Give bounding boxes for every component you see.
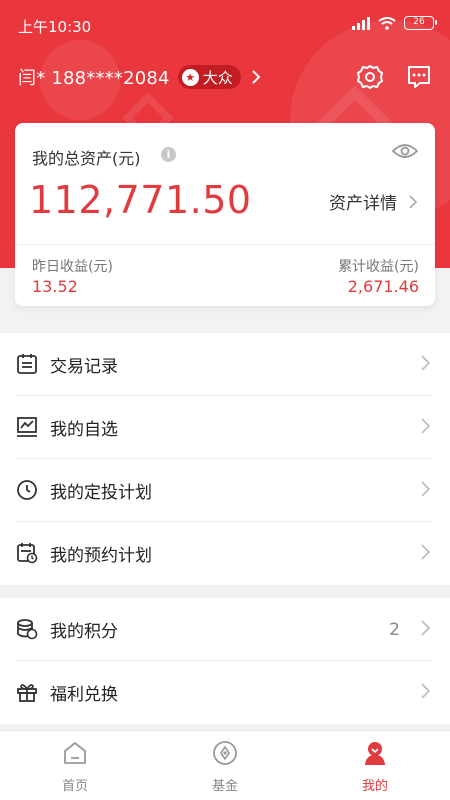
- signal-icon: [352, 16, 370, 30]
- wifi-icon: [378, 16, 396, 30]
- yesterday-earnings-value: 13.52: [32, 277, 78, 296]
- level-badge: ★ 大众: [177, 65, 241, 89]
- yesterday-earnings-label: 昨日收益(元): [32, 259, 113, 275]
- chevron-right-icon: [421, 544, 430, 560]
- status-icons: 26: [352, 16, 437, 30]
- status-time: 上午10:30: [18, 18, 92, 36]
- tab-label: 首页: [61, 779, 88, 794]
- chevron-right-icon: [421, 683, 430, 699]
- battery-icon: 26: [404, 16, 437, 30]
- menu-item-label: 我的自选: [50, 420, 118, 440]
- user-name: 闫* 188****2084: [18, 68, 170, 89]
- info-icon[interactable]: i: [161, 147, 176, 162]
- chevron-right-icon: [251, 70, 261, 84]
- chart-icon: [17, 417, 37, 437]
- message-icon: [408, 66, 430, 88]
- status-bar: 上午10:30 26: [0, 0, 450, 50]
- tab-home[interactable]: 首页: [0, 731, 150, 800]
- tab-label: 基金: [211, 779, 238, 794]
- eye-icon[interactable]: [391, 142, 419, 160]
- menu-item-points[interactable]: 我的积分 2: [0, 598, 450, 661]
- tab-fund[interactable]: 基金: [150, 731, 300, 800]
- settings-button[interactable]: [355, 62, 385, 92]
- messages-button[interactable]: [404, 62, 434, 92]
- bottom-tab-bar: 首页 基金 我的: [0, 730, 450, 800]
- points-value: 2: [389, 619, 400, 640]
- gift-icon: [17, 684, 37, 702]
- home-icon: [64, 742, 86, 764]
- menu-item-label: 福利兑换: [50, 685, 118, 705]
- menu-item-investment-plan[interactable]: 我的定投计划: [0, 459, 450, 522]
- tab-mine[interactable]: 我的: [300, 731, 450, 800]
- card-divider: [15, 244, 435, 245]
- star-icon: ★: [181, 68, 199, 86]
- menu-item-transactions[interactable]: 交易记录: [0, 333, 450, 396]
- level-badge-label: 大众: [202, 68, 233, 87]
- total-earnings-value: 2,671.46: [347, 277, 419, 296]
- coins-icon: [17, 619, 38, 640]
- clock-icon: [17, 480, 37, 500]
- menu-item-rewards-exchange[interactable]: 福利兑换: [0, 661, 450, 724]
- menu-item-label: 交易记录: [50, 357, 118, 377]
- profile-icon: [365, 742, 385, 765]
- chevron-right-icon: [409, 194, 417, 209]
- menu-item-label: 我的积分: [50, 622, 118, 642]
- calendar-icon: [17, 543, 38, 564]
- gear-icon: [357, 65, 383, 89]
- chevron-right-icon: [421, 418, 430, 434]
- total-earnings-label: 累计收益(元): [338, 259, 419, 275]
- total-asset-amount: 112,771.50: [29, 178, 252, 222]
- asset-detail-label: 资产详情: [329, 194, 397, 214]
- total-asset-label: 我的总资产(元): [32, 149, 141, 168]
- document-list-icon: [17, 354, 37, 374]
- chevron-right-icon: [421, 481, 430, 497]
- menu-item-label: 我的定投计划: [50, 483, 152, 503]
- menu-item-label: 我的预约计划: [50, 546, 152, 566]
- fund-icon: [213, 741, 237, 765]
- tab-label: 我的: [361, 779, 388, 794]
- menu-item-watchlist[interactable]: 我的自选: [0, 396, 450, 459]
- menu-group-rewards: 我的积分 2 福利兑换: [0, 598, 450, 724]
- chevron-right-icon: [421, 355, 430, 371]
- chevron-right-icon: [421, 620, 430, 636]
- menu-group-records: 交易记录 我的自选 我的定投计划 我的预约计划: [0, 333, 450, 585]
- user-info[interactable]: 闫* 188****2084 ★ 大众: [18, 62, 261, 92]
- menu-item-reservation-plan[interactable]: 我的预约计划: [0, 522, 450, 585]
- asset-detail-link[interactable]: 资产详情: [329, 189, 417, 214]
- asset-card: 我的总资产(元) i 112,771.50 资产详情 昨日收益(元) 13.52…: [15, 123, 435, 306]
